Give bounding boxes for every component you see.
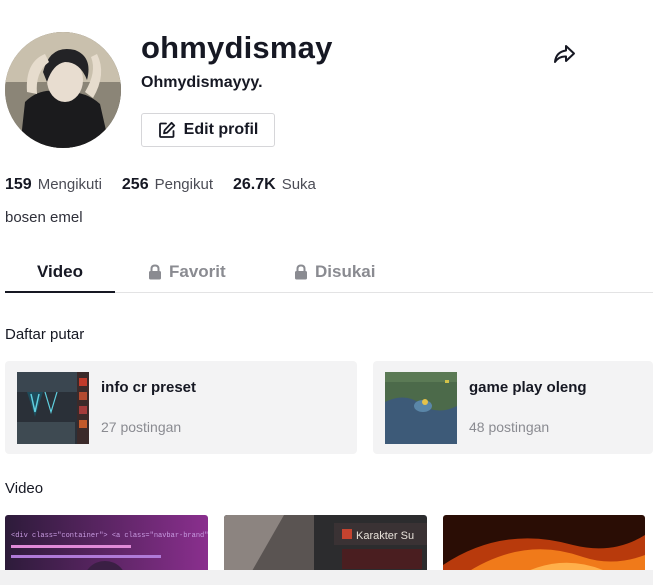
edit-pencil-icon	[158, 121, 175, 138]
stat-followers-label: Pengikut	[154, 176, 213, 193]
playlist-count: 48 postingan	[469, 419, 550, 435]
edit-profile-label: Edit profil	[183, 121, 259, 138]
video-overlay-text: Karakter Su	[356, 530, 414, 542]
playlist-count: 27 postingan	[101, 419, 182, 435]
stat-likes: 26.7K Suka	[233, 176, 316, 194]
stat-following-label: Mengikuti	[37, 176, 102, 193]
playlist-name: game play oleng	[469, 379, 587, 396]
stat-followers[interactable]: 256 Pengikut	[122, 176, 213, 194]
lock-icon	[295, 264, 307, 280]
profile-avatar[interactable]	[5, 32, 121, 148]
bottom-bar	[0, 570, 653, 585]
stat-following[interactable]: 159 Mengikuti	[5, 176, 102, 194]
playlists-title: Daftar putar	[5, 326, 85, 343]
tab-favorit[interactable]: Favorit	[148, 252, 226, 292]
playlist-thumbnail	[385, 372, 457, 444]
playlist-card[interactable]: game play oleng 48 postingan	[373, 361, 653, 454]
profile-username: ohmydismay	[141, 30, 333, 65]
stat-followers-value: 256	[121, 176, 149, 193]
playlist-thumbnail	[17, 372, 89, 444]
video-code-text: <div class="container"> <a class="navbar…	[11, 532, 208, 540]
edit-profile-button[interactable]: Edit profil	[141, 113, 275, 147]
profile-stats: 159 Mengikuti 256 Pengikut 26.7K Suka	[5, 176, 316, 194]
lock-icon	[149, 264, 161, 280]
tab-active-underline	[5, 291, 115, 293]
avatar-image	[5, 32, 121, 148]
profile-nickname: Ohmydismayyy.	[141, 74, 263, 91]
playlist-card[interactable]: info cr preset 27 postingan	[5, 361, 357, 454]
profile-tabs: Video Favorit Disukai	[5, 252, 653, 293]
tab-disukai[interactable]: Disukai	[294, 252, 375, 292]
share-button[interactable]	[551, 42, 577, 66]
playlist-name: info cr preset	[101, 379, 197, 396]
stat-likes-value: 26.7K	[232, 176, 276, 193]
tab-video[interactable]: Video	[37, 252, 83, 292]
tab-disukai-label: Disukai	[315, 262, 376, 281]
profile-bio: bosen emel	[5, 209, 83, 226]
share-arrow-icon	[554, 45, 575, 63]
tab-video-label: Video	[37, 262, 83, 281]
stat-following-value: 159	[5, 176, 32, 193]
tab-favorit-label: Favorit	[169, 262, 226, 281]
stat-likes-label: Suka	[281, 176, 316, 193]
videos-title: Video	[5, 480, 44, 497]
